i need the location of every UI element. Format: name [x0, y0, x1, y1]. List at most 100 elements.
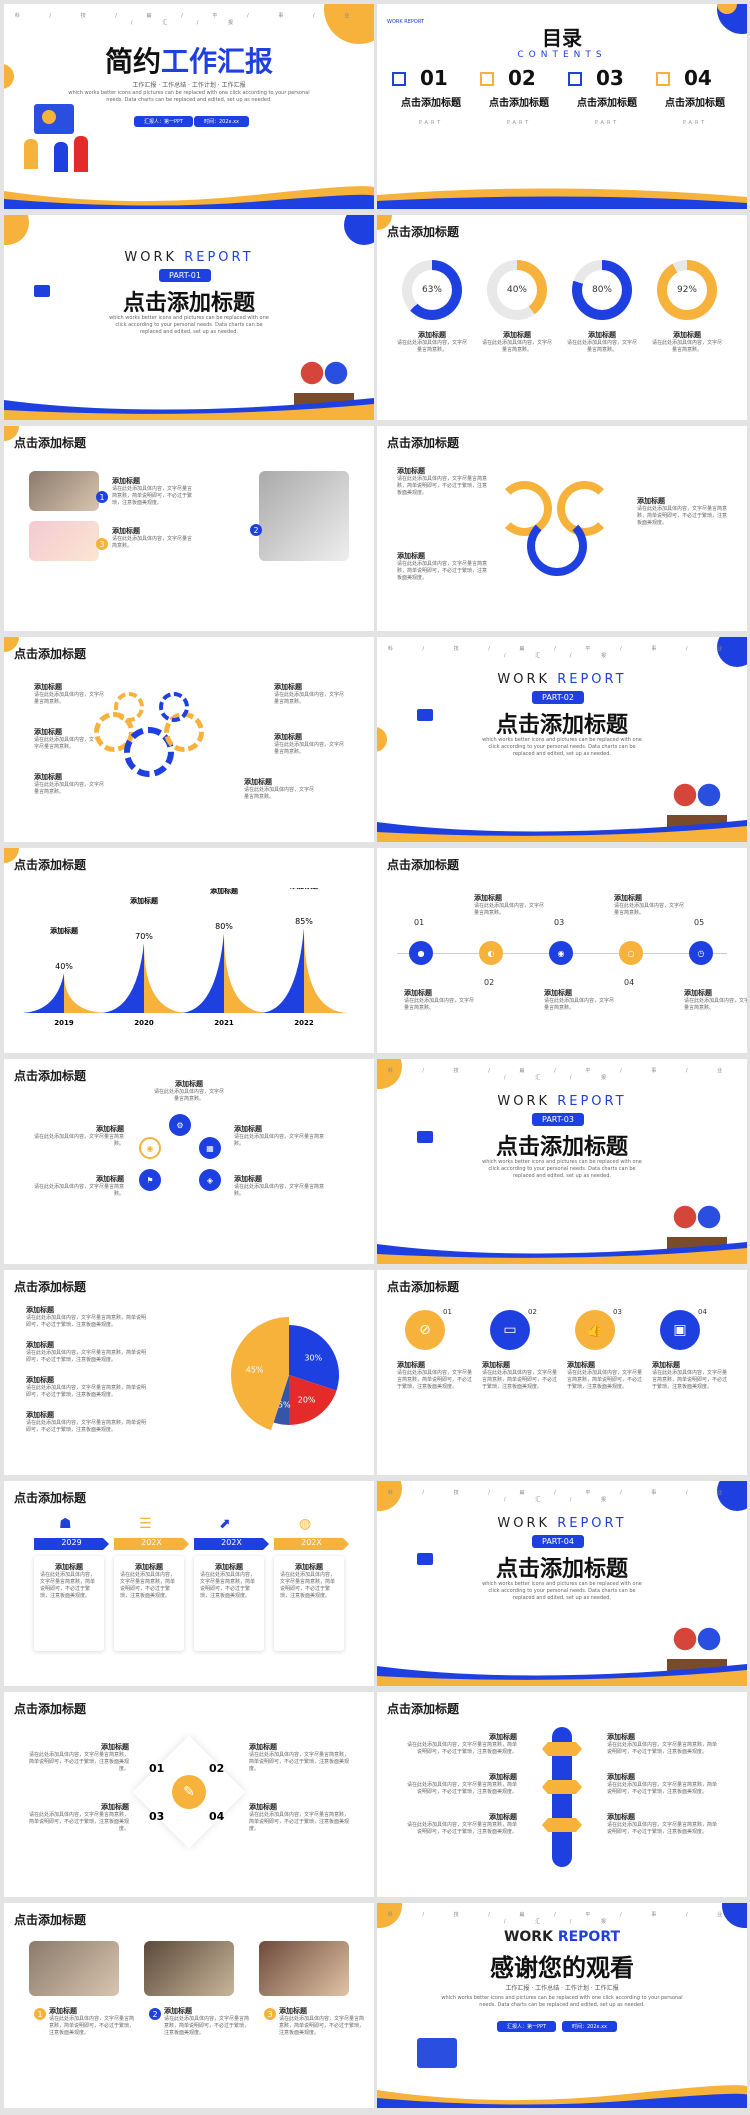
gears-slide[interactable]: 点击添加标题 添加标题 请在此处添加具体内容，文字尽量言简意赅。 添加标题 请在此处… [4, 637, 374, 842]
part-slide-1[interactable]: WORK REPORT PART-01 点击添加标题 which works b… [4, 215, 374, 420]
text-block: 添加标题 请在此处添加具体内容，文字尽量言简意赅，简单说明即可，不必过于繁琐，注意… [112, 477, 193, 506]
text-block: 添加标题请在此处添加具体内容，文字尽量言简意赅。 [274, 733, 345, 755]
photo-office [29, 471, 99, 511]
part-badge: PART-03 [532, 1113, 584, 1126]
toc-slide[interactable]: WORK REPORT 目录 CONTENTS 01 点击添加标题 PART 02 点击… [377, 4, 747, 209]
text-block: 添加标题 请在此处添加具体内容，文字尽量言简意赅，简单说明即可，不必过于繁琐，注意… [397, 467, 488, 496]
text-block: 添加标题 请在此处添加具体内容，文字尽量言简意赅，简单说明即可，不必过于繁琐，注意… [407, 1773, 518, 1795]
cover-subtitle: 工作汇报 · 工作总结 · 工作计划 · 工作汇报 [132, 82, 246, 89]
toc-item[interactable]: 03 点击添加标题 PART [568, 66, 646, 136]
rings-slide[interactable]: 点击添加标题 63% 添加标题 请在此处添加具体内容，文字尽量言简意赅。 40% 添加标… [377, 215, 747, 420]
photo-team [259, 1941, 349, 1996]
part-slide-3[interactable]: 科 / 技 / 扁 / 平 / 事 / 业 / 汇 / 报 WORK REPOR… [377, 1059, 747, 1264]
text-block: 添加标题请在此处添加具体内容，文字尽量言简意赅。 [34, 728, 95, 750]
years-slide[interactable]: 点击添加标题 ☗ 2029 添加标题 请在此处添加具体内容，文字尽量言简意赅，简单说明… [4, 1481, 374, 1686]
marker-icon: 2 [250, 524, 262, 536]
peak-label: 40% [55, 962, 73, 971]
slide-title: 点击添加标题 [14, 436, 87, 450]
flag-icon: ⚑ [139, 1169, 161, 1191]
year-bar: 202X [114, 1538, 189, 1550]
pie-slide[interactable]: 点击添加标题 添加标题 请在此处添加具体内容，文字尽量言简意赅，简单说明即可，不必… [4, 1270, 374, 1475]
text-block: 添加标题 请在此处添加具体内容，文字尽量言简意赅，简单说明即可，不必过于繁琐，注意… [607, 1773, 718, 1795]
peak-title: 添加标题 [50, 926, 79, 935]
wave-decor [4, 398, 374, 420]
text-block: 添加标题请在此处添加具体内容，文字尽量言简意赅。 [34, 683, 105, 705]
year-label: 2021 [214, 1019, 234, 1027]
text-block: 添加标题 请在此处添加具体内容，文字尽量言简意赅，简单说明即可，不必过于繁琐，注意… [482, 1361, 558, 1390]
slide-title: 点击添加标题 [387, 436, 460, 450]
square-icon [480, 72, 494, 86]
work-report-heading: WORK REPORT [497, 1094, 627, 1109]
square-icon [392, 72, 406, 86]
part-desc: which works better icons and pictures ca… [482, 737, 642, 757]
time-badge: 时间：202x.xx [194, 116, 250, 127]
toc-label: 点击添加标题 [665, 98, 725, 109]
slide-title: 点击添加标题 [387, 858, 460, 872]
part-slide-2[interactable]: 科 / 技 / 扁 / 平 / 事 / 业 / 汇 / 报 WORK REPOR… [377, 637, 747, 842]
search-icon: ○ [619, 941, 643, 965]
steps-slide[interactable]: 点击添加标题 ● 01 添加标题 请在此处添加具体内容，文字尽量言简意赅。 ◐ 02 添加标… [377, 848, 747, 1053]
icon-num: 02 [528, 1308, 537, 1316]
hub-slide[interactable]: 点击添加标题 ⚙ ◉ ▦ ⚑ ◈ 添加标题 请在此处添加具体内容，文字尽量言简意赅… [4, 1059, 374, 1264]
toc-en: CONTENTS [517, 50, 607, 60]
text-block: 添加标题请在此处添加具体内容，文字尽量言简意赅。 [397, 331, 468, 353]
wave-decor [377, 2085, 747, 2108]
toc-item[interactable]: 04 点击添加标题 PART [656, 66, 734, 136]
people-icon: ☗ [59, 1516, 72, 1532]
text-block: 添加标题 请在此处添加具体内容，文字尽量言简意赅，简单说明即可，不必过于繁琐，注意… [49, 2007, 135, 2036]
marker-icon: 3 [264, 2008, 276, 2020]
chart-icon: ▦ [199, 1137, 221, 1159]
wave-decor [4, 186, 374, 209]
year-card: 添加标题 请在此处添加具体内容，文字尽量言简意赅，简单说明即可，不必过于繁琐，注意… [194, 1556, 264, 1651]
toc-sub: PART [682, 120, 708, 126]
text-block: 添加标题 请在此处添加具体内容，文字尽量言简意赅，简单说明即可，不必过于繁琐，注意… [29, 1743, 130, 1772]
globe-icon: ◍ [299, 1516, 312, 1532]
diamond-slide[interactable]: 点击添加标题 ✎ 01 02 03 04 添加标题 请在此处添加具体内容，文字尽量… [4, 1692, 374, 1897]
text-block: 添加标题请在此处添加具体内容，文字尽量言简意赅。 [684, 989, 747, 1011]
part-desc: which works better icons and pictures ca… [482, 1581, 642, 1601]
step-num: 01 [414, 918, 425, 927]
nav-line: 科 / 技 / 扁 / 平 / 事 / 业 / 汇 / 报 [387, 646, 737, 659]
thanks-slide[interactable]: 科 / 技 / 扁 / 平 / 事 / 业 / 汇 / 报 WORK REPOR… [377, 1903, 747, 2108]
toc-item[interactable]: 02 点击添加标题 PART [480, 66, 558, 136]
diamond-num: 02 [209, 1762, 225, 1775]
growth-slide[interactable]: 点击添加标题 40% 2019 添加标题 70% 2020 添加标题 80% 2021 添加标题… [4, 848, 374, 1053]
cycle-slide[interactable]: 点击添加标题 添加标题 请在此处添加具体内容，文字尽量言简意赅，简单说明即可，不必… [377, 426, 747, 631]
ring-value: 80% [582, 270, 622, 310]
image-icon: ▣ [660, 1310, 700, 1350]
pie-label: 30% [304, 1353, 322, 1362]
part-slide-4[interactable]: 科 / 技 / 扁 / 平 / 事 / 业 / 汇 / 报 WORK REPOR… [377, 1481, 747, 1686]
mountain-peak [24, 973, 109, 1013]
part-badge: PART-02 [532, 691, 584, 704]
thanks-title: 感谢您的观看 [490, 1954, 634, 1982]
year-card: 添加标题 请在此处添加具体内容，文字尽量言简意赅，简单说明即可，不必过于繁琐，注意… [34, 1556, 104, 1651]
icon-num: 01 [443, 1308, 452, 1316]
text-block: 添加标题 请在此处添加具体内容，文字尽量言简意赅，简单说明即可，不必过于繁琐，注意… [397, 552, 488, 581]
text-block: 添加标题请在此处添加具体内容，文字尽量言简意赅。 [34, 1125, 125, 1147]
icons-slide[interactable]: 点击添加标题 ⊘ 01 添加标题 请在此处添加具体内容，文字尽量言简意赅，简单说明即可… [377, 1270, 747, 1475]
briefcase-icon [417, 1553, 433, 1565]
text-block: 添加标题 请在此处添加具体内容，文字尽量言简意赅，简单说明即可，不必过于繁琐，注意… [26, 1376, 147, 1398]
gear-icon [114, 692, 144, 722]
settings-icon: ⚙ [169, 1114, 191, 1136]
arrows-slide[interactable]: 点击添加标题 添加标题 请在此处添加具体内容，文字尽量言简意赅，简单说明即可，不必… [377, 1692, 747, 1897]
text-block: 添加标题 请在此处添加具体内容，文字尽量言简意赅，简单说明即可，不必过于繁琐，注意… [26, 1341, 147, 1363]
part-badge: PART-01 [159, 269, 211, 282]
step-num: 02 [484, 978, 495, 987]
arrow-marker [542, 1780, 582, 1794]
part-title: 点击添加标题 [122, 291, 255, 316]
photos-slide[interactable]: 点击添加标题 1 3 2 添加标题 请在此处添加具体内容，文字尽量言简意赅，简单说… [4, 426, 374, 631]
location-icon: ◉ [549, 941, 573, 965]
team-photos-slide[interactable]: 点击添加标题 1 2 3 添加标题 请在此处添加具体内容，文字尽量言简意赅，简单说… [4, 1903, 374, 2108]
thanks-desc: which works better icons and pictures ca… [441, 1995, 683, 2008]
slide-title: 点击添加标题 [387, 225, 460, 239]
slide-title: 点击添加标题 [14, 1280, 87, 1294]
year-card: 添加标题 请在此处添加具体内容，文字尽量言简意赅，简单说明即可，不必过于繁琐，注意… [274, 1556, 344, 1651]
slide-title: 点击添加标题 [387, 1280, 460, 1294]
slide-title: 点击添加标题 [14, 1702, 87, 1716]
pie-label: 20% [298, 1395, 316, 1404]
text-block: 添加标题请在此处添加具体内容，文字尽量言简意赅。 [614, 894, 685, 916]
cover-slide[interactable]: 科 / 技 / 扁 / 平 / 事 / 业 / 汇 / 报 简约工作汇报 工作汇… [4, 4, 374, 209]
toc-item[interactable]: 01 点击添加标题 PART [392, 66, 470, 136]
ban-icon: ⊘ [405, 1310, 445, 1350]
